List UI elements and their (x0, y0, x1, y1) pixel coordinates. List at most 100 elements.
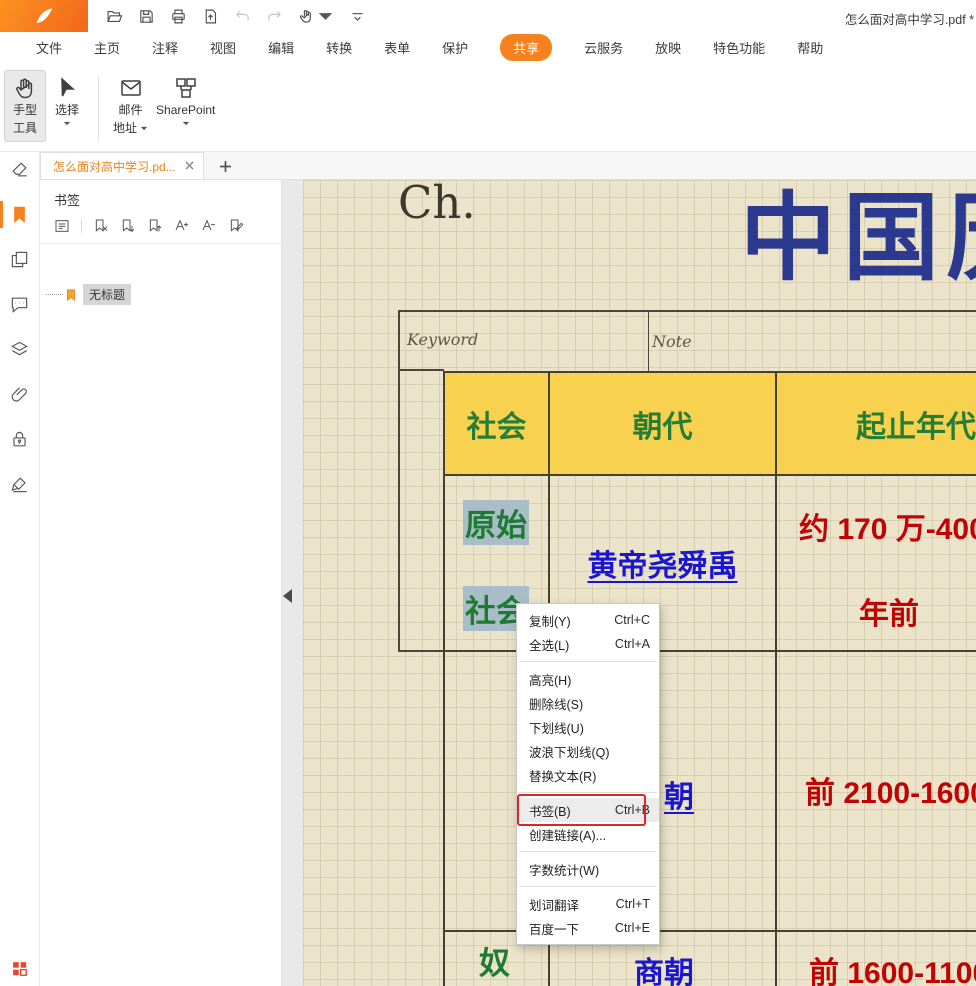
chevron-down-icon (182, 121, 190, 126)
add-bookmark-icon[interactable] (120, 218, 136, 234)
select-tool-button[interactable]: 选择 (46, 70, 88, 132)
titlebar: 怎么面对高中学习.pdf * (0, 0, 976, 32)
cursor-icon (55, 76, 79, 100)
add-child-bookmark-icon[interactable] (147, 218, 163, 234)
table-cell-period-2: 前 2100-1600 (777, 652, 976, 932)
period-text: 约 170 万-4000 (799, 504, 976, 548)
delete-bookmark-icon[interactable] (93, 218, 109, 234)
ribbon-separator (98, 76, 99, 142)
menu-separator (519, 886, 657, 887)
redo-icon[interactable] (266, 8, 283, 25)
menu-home[interactable]: 主页 (94, 38, 120, 57)
attachments-icon[interactable] (0, 385, 40, 404)
save-icon[interactable] (138, 8, 155, 25)
context-menu-item-create-link[interactable]: 创建链接(A)... (517, 822, 659, 846)
context-menu-item-replace-text[interactable]: 替换文本(R) (517, 763, 659, 787)
menu-protect[interactable]: 保护 (442, 38, 468, 57)
table-header-period: 起止年代(年) (777, 373, 976, 476)
period-text: 年前 (859, 589, 919, 633)
dynasty-link[interactable]: 朝 (664, 772, 694, 816)
ribbon-toolbar: 手型 工具 选择 邮件 地址 SharePoint (0, 62, 976, 152)
context-menu-item-squiggly-underline[interactable]: 波浪下划线(Q) (517, 739, 659, 763)
comments-icon[interactable] (0, 295, 40, 314)
rule-line (398, 650, 444, 652)
mail-address-button[interactable]: 邮件 地址 (109, 70, 152, 142)
sharepoint-icon (174, 76, 198, 100)
rule-line (648, 310, 649, 371)
customize-toolbar-icon[interactable] (349, 8, 366, 25)
menu-slideshow[interactable]: 放映 (655, 38, 681, 57)
page-big-title: 中国历 (740, 190, 976, 286)
panel-collapse-arrow-icon[interactable] (283, 583, 296, 609)
text-larger-icon[interactable] (174, 218, 190, 234)
security-lock-icon[interactable] (0, 430, 40, 449)
new-tab-button[interactable] (219, 160, 232, 173)
table-header-dynasty: 朝代 (550, 373, 777, 476)
menu-form[interactable]: 表单 (384, 38, 410, 57)
text-smaller-icon[interactable] (201, 218, 217, 234)
toolbar-separator (81, 219, 82, 233)
document-tab[interactable]: 怎么面对高中学习.pd... (40, 152, 204, 179)
menu-comment[interactable]: 注释 (152, 38, 178, 57)
pdf-editor-window: 怎么面对高中学习.pdf * 文件 主页 注释 视图 编辑 转换 表单 保护 共… (0, 0, 976, 986)
menu-separator (519, 792, 657, 793)
chevron-down-icon (317, 8, 334, 25)
brand-feather-icon (33, 5, 55, 27)
menu-separator (519, 851, 657, 852)
mail-icon (119, 76, 143, 100)
window-document-title: 怎么面对高中学习.pdf * (845, 9, 974, 28)
context-menu-item-select-all[interactable]: 全选(L) Ctrl+A (517, 632, 659, 656)
context-menu-item-baidu-search[interactable]: 百度一下 Ctrl+E (517, 916, 659, 940)
rule-line (398, 310, 976, 312)
apps-grid-icon[interactable] (0, 959, 40, 978)
period-text: 前 2100-1600 (805, 768, 976, 812)
undo-icon[interactable] (234, 8, 251, 25)
menu-edit[interactable]: 编辑 (268, 38, 294, 57)
layers-icon[interactable] (0, 340, 40, 359)
rename-bookmark-icon[interactable] (228, 218, 244, 234)
context-menu-item-strikethrough[interactable]: 删除线(S) (517, 691, 659, 715)
context-menu-item-word-count[interactable]: 字数统计(W) (517, 857, 659, 881)
dynasty-link[interactable]: 商朝 (634, 948, 694, 986)
tab-close-icon[interactable] (185, 157, 194, 175)
signature-icon[interactable] (0, 475, 40, 494)
dynasty-link[interactable]: 黄帝尧舜禹 (588, 541, 738, 585)
bookmarks-panel-icon[interactable] (0, 205, 40, 224)
note-label: Note (652, 332, 692, 351)
table-cell-period-1: 约 170 万-4000 年前 (777, 476, 976, 652)
table-header-society: 社会 (445, 373, 550, 476)
quick-tools-icon[interactable] (298, 8, 334, 25)
eraser-icon[interactable] (0, 160, 40, 179)
bookmark-icon (64, 288, 78, 302)
pages-icon[interactable] (0, 250, 40, 269)
quick-access-toolbar (106, 8, 366, 25)
context-menu-item-highlight[interactable]: 高亮(H) (517, 667, 659, 691)
society-text: 奴 (479, 938, 510, 983)
chevron-down-icon (63, 121, 71, 126)
keyword-label: Keyword (407, 330, 478, 349)
hand-tool-button[interactable]: 手型 工具 (4, 70, 46, 142)
export-icon[interactable] (202, 8, 219, 25)
sharepoint-button[interactable]: SharePoint (152, 70, 219, 132)
bookmarks-panel: 书签 无标题 (40, 180, 282, 986)
context-menu-item-translate[interactable]: 划词翻译 Ctrl+T (517, 892, 659, 916)
print-icon[interactable] (170, 8, 187, 25)
menu-convert[interactable]: 转换 (326, 38, 352, 57)
rule-line (398, 369, 444, 371)
menu-file[interactable]: 文件 (36, 38, 62, 57)
context-menu-item-bookmark[interactable]: 书签(B) Ctrl+B (517, 798, 659, 822)
menu-features[interactable]: 特色功能 (713, 38, 765, 57)
bookmark-list-icon[interactable] (54, 218, 70, 234)
menu-help[interactable]: 帮助 (797, 38, 823, 57)
menu-view[interactable]: 视图 (210, 38, 236, 57)
context-menu-item-underline[interactable]: 下划线(U) (517, 715, 659, 739)
menu-share[interactable]: 共享 (500, 34, 552, 61)
app-logo[interactable] (0, 0, 88, 32)
open-file-icon[interactable] (106, 8, 123, 25)
tree-guide-line (46, 294, 63, 295)
bookmark-item[interactable]: 无标题 (46, 284, 281, 305)
menu-separator (519, 661, 657, 662)
left-navigation-strip (0, 152, 40, 986)
context-menu-item-copy[interactable]: 复制(Y) Ctrl+C (517, 608, 659, 632)
menu-cloud[interactable]: 云服务 (584, 38, 623, 57)
